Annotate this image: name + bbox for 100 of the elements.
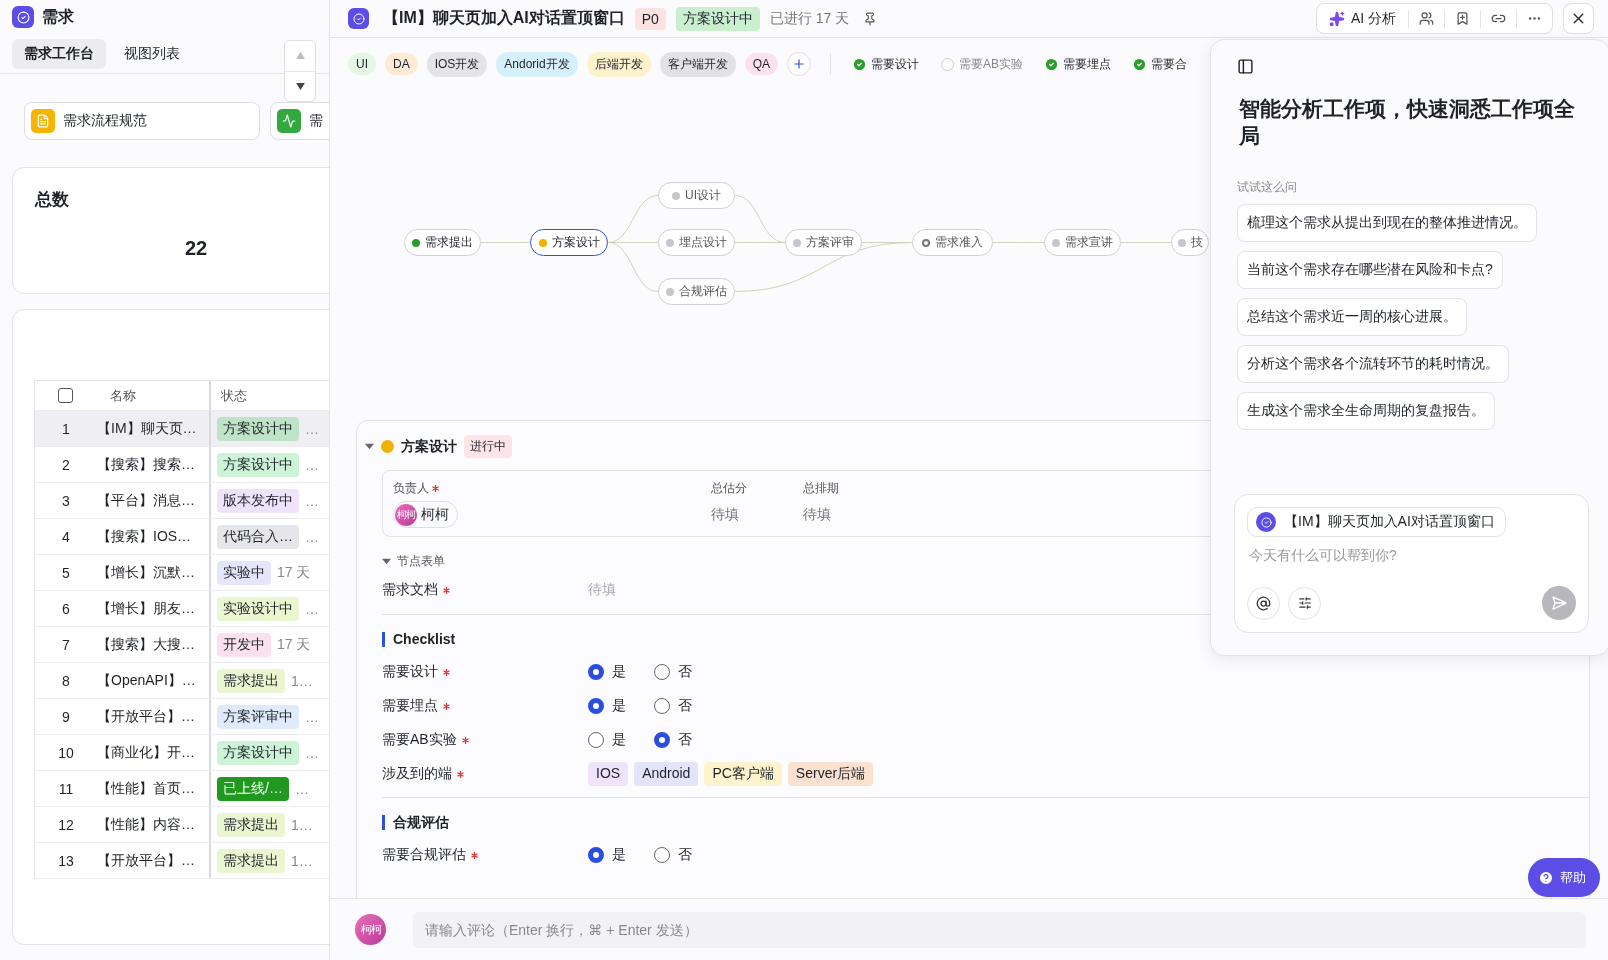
name-cell-text: 【开放平台】… [97, 851, 196, 870]
suggested-question[interactable]: 分析这个需求各个流转环节的耗时情况。 [1237, 345, 1509, 383]
radio-option[interactable]: 否 [654, 731, 692, 749]
row-index: 12 [57, 816, 75, 833]
status-tag: 版本发布中 [217, 488, 299, 513]
check-label: 需要AB实验 [959, 55, 1024, 73]
duration-cell: … [305, 528, 319, 545]
context-label: 【IM】聊天页加入AI对话置顶窗口 [1284, 513, 1495, 531]
comment-input[interactable]: 请输入评论（Enter 换行，⌘ + Enter 发送） [413, 911, 1586, 948]
table-row[interactable]: 1 【IM】聊天页… 方案设计中 … [35, 411, 329, 447]
row-index: 4 [61, 528, 71, 545]
radio-option[interactable]: 否 [654, 846, 692, 864]
radio-option[interactable]: 是 [588, 697, 626, 715]
help-icon [1538, 869, 1554, 886]
role-tag: 后端开发 [586, 51, 651, 77]
flow-node[interactable]: 合规评估 [658, 278, 735, 305]
radio-option[interactable]: 否 [654, 663, 692, 681]
radio-option[interactable]: 是 [588, 846, 626, 864]
name-cell-text: 【商业化】开… [97, 743, 196, 762]
status-tag: 方案设计中 [217, 452, 299, 477]
chat-input[interactable]: 今天有什么可以帮到你? [1247, 545, 1576, 565]
role-tag: 客户端开发 [659, 51, 736, 77]
flow-node-label: 技 [1190, 234, 1203, 251]
role-tag: IOS开发 [426, 51, 488, 77]
item-type-icon [348, 8, 369, 29]
name-cell-text: 【平台】消息… [97, 491, 196, 510]
name-cell-text: 【搜索】IOS… [97, 527, 193, 546]
context-chip[interactable]: 【IM】聊天页加入AI对话置顶窗口 [1247, 507, 1506, 537]
ai-panel-title: 智能分析工作项，快速洞悉工作项全局 [1239, 96, 1576, 149]
radio-option[interactable]: 否 [654, 697, 692, 715]
flow-connector [992, 242, 1045, 243]
at-sign-icon [1256, 595, 1271, 611]
flow-node[interactable]: UI设计 [658, 182, 735, 209]
field-label: 涉及到的端 [382, 765, 588, 783]
suggested-question[interactable]: 当前这个需求存在哪些潜在风险和卡点? [1237, 251, 1503, 289]
radio-button[interactable] [654, 847, 670, 863]
mention-button[interactable] [1247, 586, 1280, 620]
flow-node[interactable]: 技 [1171, 229, 1209, 256]
name-cell-text: 【增长】朋友… [97, 599, 196, 618]
status-tag: 已上线/… [217, 776, 289, 801]
radio-option[interactable]: 是 [588, 663, 626, 681]
radio-option[interactable]: 是 [588, 731, 626, 749]
checked-icon[interactable] [1132, 56, 1148, 72]
duration-cell: 1… [291, 852, 313, 869]
radio-button[interactable] [654, 664, 670, 680]
sidebar-toggle-icon[interactable] [1237, 58, 1254, 75]
checked-icon[interactable] [1044, 56, 1060, 72]
close-button[interactable] [1563, 3, 1594, 34]
radio-button[interactable] [654, 732, 670, 748]
section-title: 合规评估 [382, 815, 1589, 830]
owner-name: 柯柯 [421, 505, 449, 524]
radio-label: 否 [678, 731, 692, 749]
suggested-question[interactable]: 梳理这个需求从提出到现在的整体推进情况。 [1237, 204, 1537, 242]
app-logo-icon [12, 6, 34, 28]
duration-cell: … [305, 456, 319, 473]
sidebar-tab[interactable]: 视图列表 [112, 38, 192, 69]
shortcut-card[interactable]: 需求流程规范 [24, 102, 260, 140]
status-dot-icon [666, 238, 674, 247]
flow-node-label: 需求提出 [425, 234, 473, 251]
flow-node[interactable]: 需求准入 [912, 229, 993, 256]
shortcut-label: 需 [309, 112, 323, 130]
duration-cell: … [305, 744, 319, 761]
checked-icon[interactable] [852, 56, 868, 72]
flow-node[interactable]: 需求提出 [404, 229, 481, 256]
suggested-question[interactable]: 总结这个需求近一周的核心进展。 [1237, 298, 1467, 336]
radio-button[interactable] [588, 847, 604, 863]
ai-analysis-button[interactable]: AI 分析 [1322, 9, 1402, 28]
form-section-title: 节点表单 [397, 553, 445, 570]
flow-node[interactable]: 埋点设计 [658, 229, 735, 256]
suggested-question[interactable]: 生成这个需求全生命周期的复盘报告。 [1237, 392, 1495, 430]
flow-node[interactable]: 需求宣讲 [1044, 229, 1121, 256]
row-index: 9 [61, 708, 71, 725]
platform-tag: Android [634, 762, 699, 786]
select-all-checkbox[interactable] [58, 388, 73, 403]
up-triangle-icon [295, 52, 305, 60]
unchecked-icon[interactable] [940, 56, 956, 72]
radio-button[interactable] [588, 664, 604, 680]
duration-cell: 17 天 [277, 635, 311, 654]
radio-button[interactable] [654, 698, 670, 714]
shortcut-card[interactable]: 需 [270, 102, 329, 140]
row-index: 13 [57, 852, 75, 869]
status-dot-icon [1177, 238, 1186, 247]
help-button[interactable]: 帮助 [1528, 858, 1600, 897]
flow-node-label: 方案设计 [551, 234, 600, 251]
radio-button[interactable] [588, 698, 604, 714]
platform-tag: Server后端 [787, 762, 874, 786]
flow-node[interactable]: 方案评审 [785, 229, 862, 256]
radio-button[interactable] [588, 732, 604, 748]
priority-badge: P0 [634, 7, 666, 30]
name-cell-text: 【开放平台】… [97, 707, 196, 726]
flow-node[interactable]: 方案设计 [530, 229, 608, 256]
sidebar-tab[interactable]: 需求工作台 [12, 38, 106, 69]
status-dot-icon [672, 191, 680, 200]
duration-cell: 1… [291, 672, 313, 689]
row-index: 8 [61, 672, 71, 689]
collapse-caret-icon[interactable] [365, 442, 374, 451]
collapse-caret-icon[interactable] [382, 557, 391, 566]
shortcut-label: 需求流程规范 [63, 112, 147, 130]
add-tag-button[interactable] [787, 52, 812, 76]
settings-button[interactable] [1288, 586, 1321, 620]
